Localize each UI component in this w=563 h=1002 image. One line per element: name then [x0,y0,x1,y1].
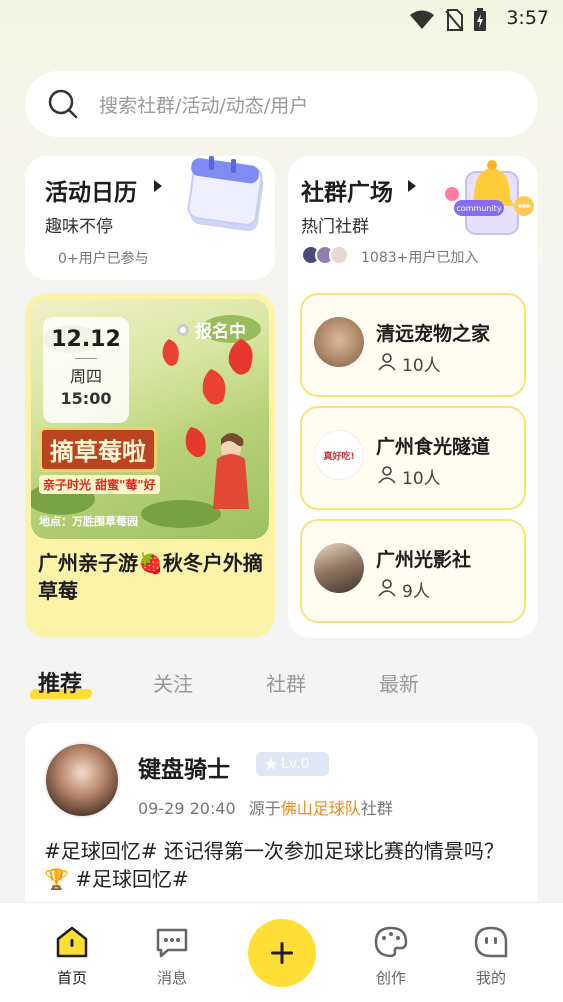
status-time: 3:57 [506,7,549,29]
tab-following[interactable]: 关注 [153,668,193,697]
tab-recommended[interactable]: 推荐 [38,666,82,698]
tab-communities[interactable]: 社群 [266,668,306,697]
plus-icon [271,942,293,964]
community-joined: 1083+用户已加入 [361,250,479,266]
calendar-subtitle: 趣味不停 [45,217,113,237]
poster-title: 摘草莓啦 [39,427,157,472]
group-item-qingyuan-pets[interactable]: 清远宠物之家 10人 [300,293,526,397]
tab-latest[interactable]: 最新 [379,668,419,697]
chevron-right-icon [154,180,162,192]
star-icon [265,758,277,770]
battery-charging-icon [474,8,486,31]
wifi-icon [410,10,434,29]
community-badge-text: community [456,204,501,213]
group-name: 广州食光隧道 [376,436,491,458]
event-poster: 12.12 周四 15:00 报名中 摘草莓啦 亲子时光 甜蜜"莓"好 地点：万… [31,299,269,539]
calendar-participants: 0+用户已参与 [58,251,149,267]
nav-home[interactable]: 首页 [37,925,107,988]
community-title[interactable]: 社群广场 [301,173,393,207]
search-icon [48,89,78,119]
community-subtitle: 热门社群 [301,217,369,237]
post-body: #足球回忆# 还记得第一次参加足球比赛的情景吗？🏆 #足球回忆# [44,839,504,891]
poster-slogan: 亲子时光 甜蜜"莓"好 [39,475,160,494]
profile-icon [474,926,508,958]
status-dot-icon [177,323,189,336]
group-member-count: 9人 [402,582,430,602]
search-bar[interactable]: 搜索社群/活动/动态/用户 [25,71,538,137]
community-bell-icon: community [445,160,534,235]
event-weekday: 周四 [69,367,102,386]
group-member-count: 10人 [402,356,441,376]
home-icon [56,926,88,958]
event-time: 15:00 [60,389,112,408]
chevron-right-icon [408,180,416,192]
event-status: 报名中 [177,317,246,342]
joined-avatars [301,245,349,265]
community-square-card: 社群广场 热门社群 1083+用户已加入 community 清远宠物之家 10… [288,156,538,638]
group-item-guangzhou-light[interactable]: 广州光影社 9人 [300,519,526,623]
avatar [329,245,349,265]
post-meta: 09-29 20:40 源于佛山足球队社群 [138,795,393,819]
source-prefix: 源于 [248,799,281,818]
poster-location: 地点：万胜围草莓园 [39,515,138,528]
source-suffix: 社群 [360,799,393,818]
post-time: 09-29 20:40 [138,799,236,818]
event-card[interactable]: 12.12 周四 15:00 报名中 摘草莓啦 亲子时光 甜蜜"莓"好 地点：万… [25,293,275,638]
level-badge: Lv.0 [256,752,329,776]
post-username[interactable]: 键盘骑士 [138,750,230,784]
status-icons [409,8,487,32]
status-bar: 3:57 [0,0,563,40]
person-icon [378,466,396,484]
nav-create[interactable]: 创作 [356,925,426,988]
message-icon [156,928,188,958]
feed-tabs: 推荐 关注 社群 最新 [0,662,563,702]
search-placeholder: 搜索社群/活动/动态/用户 [99,94,309,117]
avatar[interactable] [44,742,120,818]
nav-messages[interactable]: 消息 [137,925,207,988]
calendar-icon [187,156,264,232]
avatar: 真好吃! [314,430,364,480]
group-member-count: 10人 [402,469,441,489]
bottom-nav: 首页 消息 创作 我的 [0,902,563,1002]
calendar-title: 活动日历 [45,180,137,206]
group-name: 清远宠物之家 [376,323,491,345]
palette-icon [374,926,408,958]
event-title: 广州亲子游🍓秋冬户外摘草莓 [38,551,263,603]
activity-calendar-card[interactable]: 活动日历 趣味不停 0+用户已参与 [25,156,275,280]
group-name: 广州光影社 [376,549,472,571]
person-icon [378,579,396,597]
event-date-badge: 12.12 周四 15:00 [43,317,129,423]
avatar [314,317,364,367]
event-date: 12.12 [51,327,121,352]
group-avatar-text: 真好吃! [323,451,355,462]
person-icon [378,353,396,371]
date-divider [75,358,97,359]
nav-profile[interactable]: 我的 [456,925,526,988]
post-card[interactable]: 键盘骑士 Lv.0 09-29 20:40 源于佛山足球队社群 #足球回忆# 还… [25,723,538,923]
avatar [314,543,364,593]
no-sim-icon [445,9,463,31]
group-item-guangzhou-food[interactable]: 真好吃! 广州食光隧道 10人 [300,406,526,510]
create-plus-button[interactable] [248,919,316,987]
source-community-link[interactable]: 佛山足球队 [281,799,361,818]
